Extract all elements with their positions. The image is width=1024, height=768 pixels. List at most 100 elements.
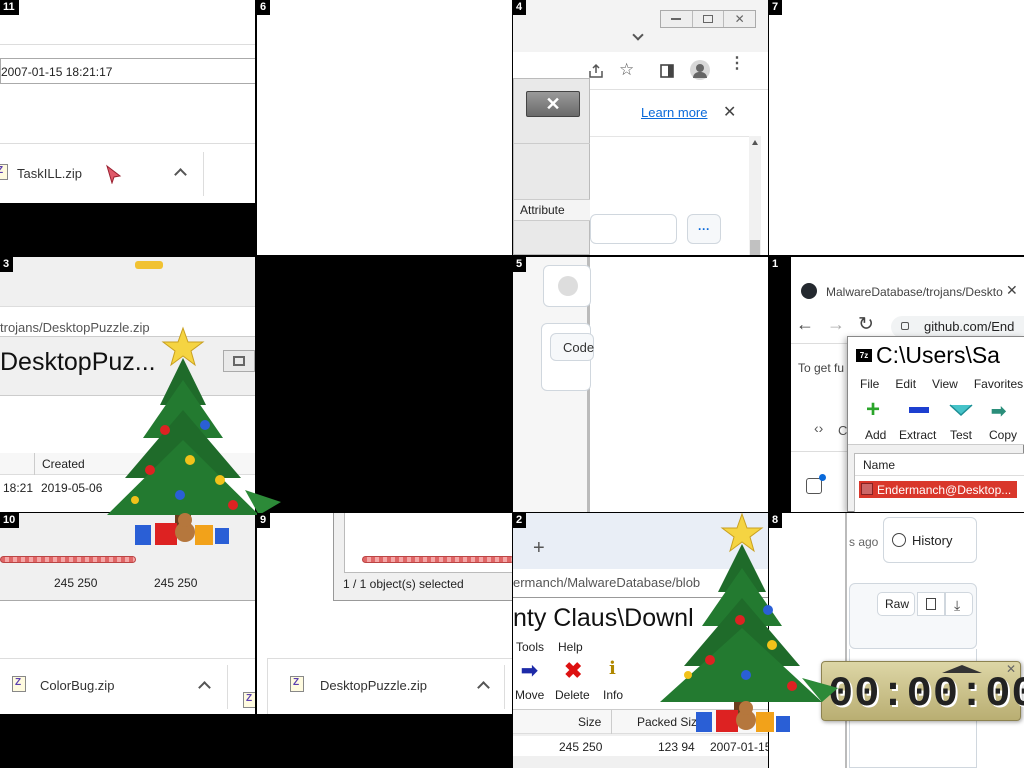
search-field[interactable] (590, 214, 677, 244)
chevron-up-icon[interactable] (473, 679, 493, 695)
download-filename[interactable]: DesktopPuzzle.zip (320, 678, 427, 693)
scroll-thumb[interactable] (750, 240, 760, 255)
code-panel: Code (541, 323, 594, 391)
history-button[interactable]: History (883, 517, 977, 563)
url-fragment[interactable]: ermanch/MalwareDatabase/blob (513, 575, 700, 590)
menu-kebab-icon[interactable]: ⋮ (729, 56, 745, 72)
copy-icon (926, 598, 936, 610)
info-button[interactable]: i Info (601, 658, 631, 706)
row-packed: 123 94 (658, 740, 695, 754)
tile-empty-black (257, 257, 512, 512)
delete-label: Delete (555, 688, 590, 702)
extract-button[interactable]: Extract (898, 399, 940, 443)
column-size[interactable]: Size (578, 715, 601, 729)
menu-file[interactable]: File (860, 377, 879, 391)
url-path[interactable]: trojans/DesktopPuzzle.zip (0, 320, 150, 335)
copy-button[interactable]: ➡ Copy (983, 399, 1023, 443)
close-window-button[interactable]: ✕ (526, 91, 580, 117)
menu-help[interactable]: Help (558, 640, 583, 654)
7zip-title: nty Claus\Downl (513, 604, 694, 632)
test-button[interactable]: Test (943, 399, 979, 443)
tile-number: 2 (513, 513, 527, 528)
tile-number: 5 (513, 257, 527, 272)
address-bar[interactable]: github.com/End (891, 316, 1024, 338)
menu-view[interactable]: View (932, 377, 958, 391)
screen: 2007-01-15 18:21:17 TaskILL.zip 11 6 ✕ ☆ (0, 0, 1024, 768)
code-tab-icon[interactable]: ‹› (814, 420, 823, 436)
maximize-icon[interactable] (693, 11, 725, 27)
share-icon[interactable] (588, 63, 604, 79)
dismiss-icon[interactable]: ✕ (723, 102, 736, 122)
archive-window: 1 / 1 object(s) selected (333, 513, 512, 601)
tile-number: 7 (769, 0, 783, 15)
more-options-button[interactable]: ··· (687, 214, 721, 244)
column-attribute[interactable]: Attribute (520, 203, 565, 217)
code-button[interactable]: Code (550, 333, 594, 361)
new-tab-icon[interactable]: + (533, 537, 545, 560)
reload-icon[interactable]: ↻ (858, 313, 874, 336)
chevron-up-icon[interactable] (194, 679, 214, 695)
row-size: 245 250 (559, 740, 603, 754)
file-row[interactable]: 245 250 123 94 2007-01-15 (513, 736, 768, 756)
menu-edit[interactable]: Edit (895, 377, 916, 391)
zip-file-icon (243, 692, 255, 708)
column-created[interactable]: Created (42, 457, 85, 471)
tile-4: ✕ ☆ ⋮ ✕ Attribute Learn more ✕ ··· 4 (513, 0, 768, 255)
download-filename[interactable]: ColorBug.zip (40, 678, 114, 693)
move-button[interactable]: ➡ Move (515, 658, 551, 706)
divider (611, 710, 612, 734)
banner-text: To get fu (798, 361, 845, 375)
scroll-up-icon[interactable] (752, 140, 758, 145)
column-packed-size[interactable]: Packed Size (637, 715, 704, 729)
chevron-up-icon[interactable] (170, 166, 190, 182)
zip-file-icon (12, 676, 26, 692)
date-value: 2007-01-15 18:21:17 (1, 65, 113, 79)
7zip-toolbar: ➡ Move ✖ Delete i Info (513, 656, 768, 710)
menu-tools[interactable]: Tools (516, 640, 544, 654)
code-tab-label[interactable]: C (838, 423, 847, 438)
add-button[interactable]: + Add (856, 398, 896, 443)
raw-button[interactable]: Raw (877, 592, 915, 616)
sidebar-icon[interactable] (660, 64, 674, 78)
profile-avatar-icon[interactable] (690, 60, 710, 80)
7zip-toolbar: + Add Extract Test ➡ Copy (848, 395, 1024, 445)
info-label: Info (603, 688, 624, 702)
delete-x-icon: ✖ (564, 658, 583, 683)
url-text: github.com/End (924, 319, 1015, 334)
menu-favorites[interactable]: Favorites (974, 377, 1023, 391)
learn-more-link[interactable]: Learn more (641, 105, 707, 120)
file-row-selected[interactable]: Endermanch@Desktop... (859, 481, 1017, 498)
tab-dropdown-icon[interactable] (631, 28, 645, 42)
history-label: History (912, 533, 953, 548)
download-raw-button[interactable]: ⤓ (945, 592, 973, 616)
delete-button[interactable]: ✖ Delete (555, 658, 595, 706)
countdown-timer-widget[interactable]: ✕ 00:00:00 (821, 661, 1024, 721)
bookmark-star-icon[interactable]: ☆ (619, 60, 634, 80)
copy-raw-button[interactable] (917, 592, 945, 616)
tile-number: 6 (257, 0, 271, 15)
back-arrow-icon[interactable]: ← (796, 314, 814, 335)
tab-title: MalwareDatabase/trojans/Deskto (826, 285, 1003, 299)
address-row: ermanch/MalwareDatabase/blob (513, 569, 768, 597)
7zip-menubar: File Edit View Favorites (848, 373, 1024, 395)
row-created: 2019-05-06 (41, 481, 103, 495)
forward-arrow-icon[interactable]: → (827, 314, 845, 335)
sidebar-toggle-icon[interactable] (806, 474, 826, 494)
more-options-label: ··· (698, 222, 710, 236)
date-field[interactable]: 2007-01-15 18:21:17 (0, 58, 255, 84)
test-label: Test (950, 428, 973, 442)
zip-file-icon (0, 164, 8, 180)
browser-tab[interactable]: MalwareDatabase/trojans/Deskto ✕ (791, 269, 1024, 312)
zip-file-icon (290, 676, 304, 692)
archive-list-area: 245 250 245 250 (0, 513, 255, 601)
minimize-icon[interactable] (661, 11, 693, 27)
maximize-button[interactable] (223, 350, 255, 372)
column-name[interactable]: Name (863, 458, 895, 472)
tile-number: 9 (257, 513, 271, 528)
download-filename[interactable]: TaskILL.zip (17, 166, 82, 181)
divider (203, 152, 204, 196)
tab-close-icon[interactable]: ✕ (1006, 282, 1018, 299)
maximize-icon (233, 356, 245, 366)
scrollbar[interactable] (749, 136, 761, 255)
close-icon[interactable]: ✕ (724, 11, 755, 27)
